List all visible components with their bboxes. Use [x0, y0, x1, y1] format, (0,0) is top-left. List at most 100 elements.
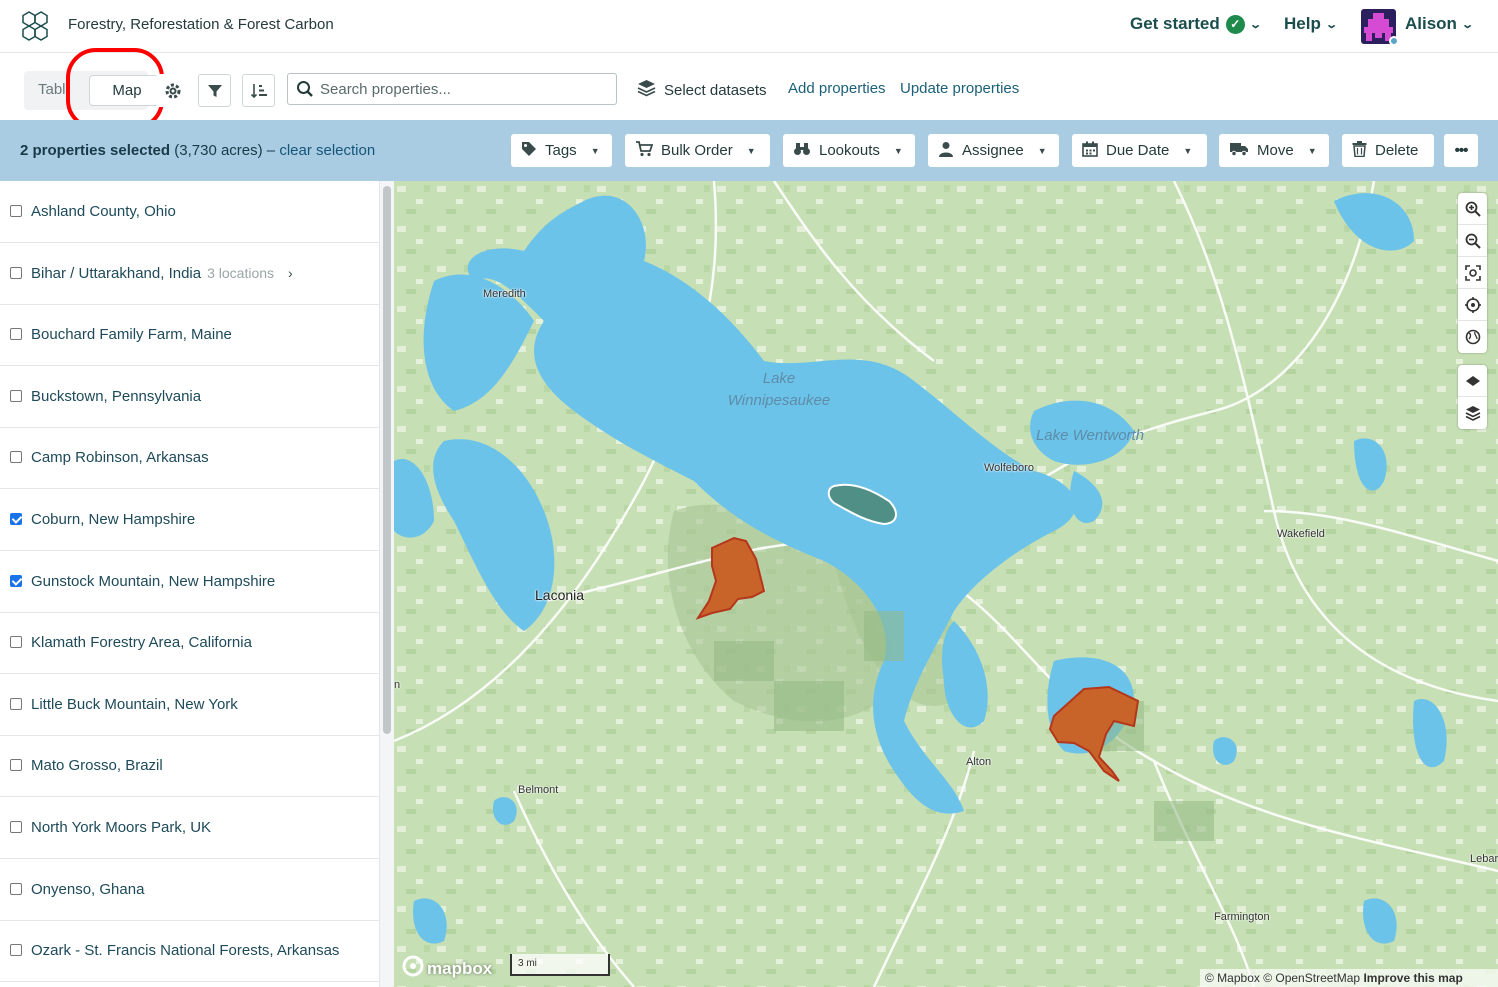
bulk-order-button[interactable]: Bulk Order ▼ — [625, 134, 770, 167]
update-properties-link[interactable]: Update properties — [900, 80, 1019, 97]
get-started-label: Get started — [1130, 14, 1220, 33]
property-name[interactable]: Little Buck Mountain, New York — [31, 696, 238, 713]
place-laconia: Laconia — [535, 587, 585, 603]
clear-selection-link[interactable]: clear selection — [279, 142, 375, 159]
row-checkbox[interactable] — [10, 882, 22, 895]
zoom-in-icon[interactable] — [1458, 193, 1487, 225]
fit-bounds-icon[interactable] — [1458, 257, 1487, 289]
get-started-menu[interactable]: Get started ✓ ⌄ — [1130, 14, 1262, 34]
map-layer-controls — [1458, 365, 1487, 429]
property-name[interactable]: Bouchard Family Farm, Maine — [31, 326, 232, 343]
property-name[interactable]: North York Moors Park, UK — [31, 819, 211, 836]
chevron-right-icon[interactable]: › — [288, 265, 293, 281]
select-datasets-label: Select datasets — [664, 81, 767, 99]
property-name[interactable]: Ashland County, Ohio — [31, 203, 176, 220]
list-item[interactable]: Camp Robinson, Arkansas — [0, 427, 379, 490]
row-checkbox[interactable] — [10, 389, 22, 402]
settings-gear-icon[interactable] — [156, 74, 189, 107]
map-attribution: © Mapbox © OpenStreetMap Improve this ma… — [1200, 969, 1498, 987]
list-item[interactable]: Coburn, New Hampshire — [0, 489, 379, 551]
list-item[interactable]: Mato Grosso, Brazil — [0, 735, 379, 798]
list-item[interactable]: Little Buck Mountain, New York — [0, 674, 379, 736]
row-checkbox[interactable] — [10, 266, 22, 279]
selection-separator: – — [266, 142, 276, 159]
row-checkbox[interactable] — [10, 205, 22, 217]
row-checkbox[interactable] — [10, 759, 22, 772]
caret-down-icon: ▼ — [1307, 145, 1317, 156]
list-item[interactable]: Klamath Forestry Area, California — [0, 612, 379, 675]
property-name-text: Little Buck Mountain, New York — [31, 695, 238, 713]
property-name[interactable]: Mato Grosso, Brazil — [31, 757, 163, 774]
map-canvas[interactable]: Lake Winnipesaukee Lake Wentworth Meredi… — [394, 181, 1498, 987]
add-properties-link[interactable]: Add properties — [788, 80, 886, 97]
row-checkbox[interactable] — [10, 513, 22, 525]
list-item[interactable]: Bihar / Uttarakhand, India 3 locations › — [0, 243, 379, 305]
row-checkbox[interactable] — [10, 944, 22, 957]
lookouts-button[interactable]: Lookouts ▼ — [783, 134, 915, 167]
more-options-button[interactable]: ••• — [1444, 134, 1478, 167]
move-button[interactable]: Move ▼ — [1219, 134, 1329, 167]
list-item[interactable]: Gunstock Mountain, New Hampshire — [0, 551, 379, 613]
sort-icon[interactable] — [242, 74, 275, 107]
help-menu[interactable]: Help ⌄ — [1284, 14, 1338, 34]
place-wakefield: Wakefield — [1277, 528, 1325, 540]
scrollbar-thumb[interactable] — [383, 186, 391, 734]
place-meredith: Meredith — [483, 288, 526, 300]
property-name[interactable]: Gunstock Mountain, New Hampshire — [31, 573, 275, 590]
select-datasets-button[interactable]: Select datasets — [637, 79, 767, 101]
row-checkbox[interactable] — [10, 574, 22, 587]
user-menu[interactable]: Alison ⌄ — [1405, 14, 1475, 34]
selection-bar: 2 properties selected (3,730 acres) – cl… — [0, 120, 1498, 181]
delete-button[interactable]: Delete — [1342, 134, 1434, 167]
assignee-button[interactable]: Assignee ▼ — [928, 134, 1059, 167]
property-name[interactable]: Bihar / Uttarakhand, India 3 locations › — [31, 265, 293, 282]
locate-icon[interactable] — [1458, 289, 1487, 321]
attribution-text[interactable]: © Mapbox © OpenStreetMap — [1205, 971, 1360, 985]
globe-icon[interactable] — [1458, 321, 1487, 353]
due-date-button[interactable]: Due Date ▼ — [1072, 134, 1207, 167]
list-item[interactable]: Ozark - St. Francis National Forests, Ar… — [0, 920, 379, 983]
property-name-text: Klamath Forestry Area, California — [31, 634, 252, 652]
selection-acres: (3,730 acres) — [174, 142, 263, 159]
bulk-order-label: Bulk Order — [661, 142, 733, 159]
search-box — [287, 73, 617, 105]
property-name[interactable]: Coburn, New Hampshire — [31, 511, 195, 528]
row-checkbox[interactable] — [10, 328, 22, 341]
list-item[interactable]: Ashland County, Ohio — [0, 181, 379, 243]
chevron-down-icon: ⌄ — [1461, 18, 1475, 31]
row-checkbox[interactable] — [10, 636, 22, 649]
basemap-icon[interactable] — [1458, 365, 1487, 397]
property-name-text: Gunstock Mountain, New Hampshire — [31, 572, 276, 590]
property-name-text: Camp Robinson, Arkansas — [31, 449, 209, 467]
property-name[interactable]: Onyenso, Ghana — [31, 881, 144, 898]
property-name[interactable]: Klamath Forestry Area, California — [31, 634, 252, 651]
property-name[interactable]: Buckstown, Pennsylvania — [31, 388, 201, 405]
layers-icon[interactable] — [1458, 397, 1487, 429]
property-name[interactable]: Ozark - St. Francis National Forests, Ar… — [31, 942, 339, 959]
place-lebanon: Lebar — [1470, 853, 1498, 865]
list-item[interactable]: Bouchard Family Farm, Maine — [0, 304, 379, 367]
user-name: Alison — [1405, 14, 1457, 33]
list-item[interactable]: Buckstown, Pennsylvania — [0, 366, 379, 428]
list-item[interactable]: Onyenso, Ghana — [0, 859, 379, 921]
improve-map-link[interactable]: Improve this map — [1363, 971, 1462, 985]
row-checkbox[interactable] — [10, 821, 22, 833]
status-dot — [1389, 36, 1399, 46]
filter-icon[interactable] — [198, 74, 231, 107]
search-input[interactable] — [320, 74, 610, 104]
caret-down-icon: ▼ — [746, 145, 756, 156]
tags-button[interactable]: Tags ▼ — [511, 134, 612, 167]
cart-icon — [635, 140, 654, 161]
lake-wentworth-label: Lake Wentworth — [1035, 427, 1145, 444]
property-name[interactable]: Camp Robinson, Arkansas — [31, 449, 209, 466]
property-name-text: Buckstown, Pennsylvania — [31, 387, 202, 405]
row-checkbox[interactable] — [10, 451, 22, 464]
app-logo-icon[interactable] — [18, 10, 54, 42]
view-table-tab[interactable]: Table — [38, 81, 68, 98]
list-item[interactable]: North York Moors Park, UK — [0, 797, 379, 859]
lake-winnipesaukee-label: Lake Winnipesaukee — [719, 368, 839, 412]
selection-summary: 2 properties selected (3,730 acres) – cl… — [20, 142, 375, 159]
row-checkbox[interactable] — [10, 697, 22, 710]
trash-icon — [1352, 140, 1367, 161]
zoom-out-icon[interactable] — [1458, 225, 1487, 257]
